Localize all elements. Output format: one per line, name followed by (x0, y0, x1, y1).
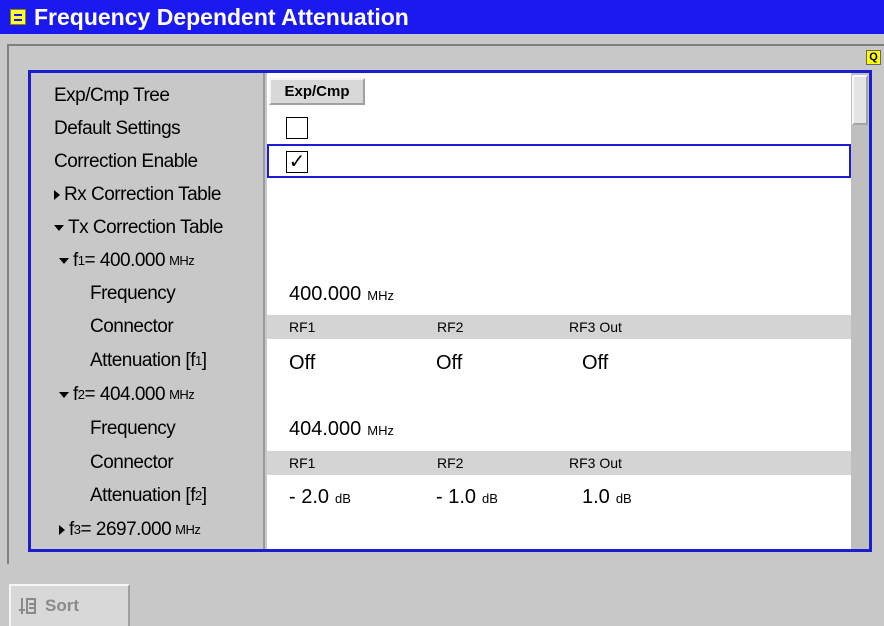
scrollbar-thumb[interactable] (852, 75, 868, 125)
collapse-arrow-icon[interactable] (54, 224, 64, 231)
exp-cmp-tree-label: Exp/Cmp Tree (54, 84, 170, 106)
window-menu-icon[interactable] (10, 9, 26, 25)
window-title: Frequency Dependent Attenuation (34, 3, 409, 30)
f2-atten-rf2[interactable]: - 1.0 dB (436, 486, 498, 509)
default-settings-label: Default Settings (54, 117, 181, 139)
collapse-arrow-icon[interactable] (59, 391, 69, 398)
f2-frequency-label: Frequency (90, 417, 176, 439)
window-titlebar: Frequency Dependent Attenuation (0, 0, 884, 34)
connector-rf3-out: RF3 Out (569, 319, 622, 335)
tree-node-f3[interactable]: f3 = 2697.000 MHz (59, 513, 201, 546)
f2-connector-header: RF1 RF2 RF3 Out (267, 451, 851, 475)
f2-frequency-value[interactable]: 404.000 MHz (289, 418, 394, 441)
correction-enable-label: Correction Enable (54, 150, 198, 172)
tree-node-rx-correction-table[interactable]: Rx Correction Table (54, 178, 222, 211)
f2-atten-rf3-out[interactable]: 1.0 dB (582, 486, 632, 509)
f1-attenuation-label: Attenuation [f 1] (90, 349, 207, 371)
status-q-icon: Q (866, 50, 881, 65)
tree-node-f1[interactable]: f1 = 400.000 MHz (59, 244, 195, 277)
sort-button[interactable]: Sort (9, 584, 130, 626)
f2-attenuation-label: Attenuation [f 2] (90, 484, 207, 506)
f2-connector-label: Connector (90, 451, 174, 473)
f1-atten-rf2[interactable]: Off (436, 352, 462, 375)
f1-frequency-label: Frequency (90, 282, 176, 304)
rx-correction-table-label: Rx Correction Table (64, 183, 222, 205)
f1-atten-rf1[interactable]: Off (289, 352, 315, 375)
connector-rf2: RF2 (437, 455, 464, 471)
sort-icon (19, 597, 37, 615)
connector-rf2: RF2 (437, 319, 464, 335)
vertical-scrollbar[interactable] (851, 73, 869, 549)
tree-node-tx-correction-table[interactable]: Tx Correction Table (54, 211, 223, 244)
f1-atten-rf3-out[interactable]: Off (582, 352, 608, 375)
expand-arrow-icon[interactable] (54, 189, 60, 200)
sort-button-label: Sort (45, 596, 79, 615)
f2-atten-rf1[interactable]: - 2.0 dB (289, 486, 351, 509)
f1-connector-header: RF1 RF2 RF3 Out (267, 315, 851, 339)
correction-enable-checkbox[interactable]: ✓ (286, 151, 308, 173)
expand-arrow-icon[interactable] (59, 524, 65, 535)
default-settings-checkbox[interactable] (286, 117, 308, 139)
f1-connector-label: Connector (90, 315, 174, 337)
connector-rf3-out: RF3 Out (569, 455, 622, 471)
tx-correction-table-label: Tx Correction Table (68, 216, 223, 238)
settings-tree-table: Exp/Cmp Tree Exp/Cmp Default Settings Co… (28, 70, 872, 552)
connector-rf1: RF1 (289, 455, 316, 471)
column-separator (263, 73, 265, 549)
correction-enable-focus (267, 144, 851, 178)
tree-node-f2[interactable]: f2 = 404.000 MHz (59, 378, 195, 411)
exp-cmp-button[interactable]: Exp/Cmp (269, 78, 365, 105)
f1-frequency-value[interactable]: 400.000 MHz (289, 283, 394, 306)
collapse-arrow-icon[interactable] (59, 257, 69, 264)
connector-rf1: RF1 (289, 319, 316, 335)
